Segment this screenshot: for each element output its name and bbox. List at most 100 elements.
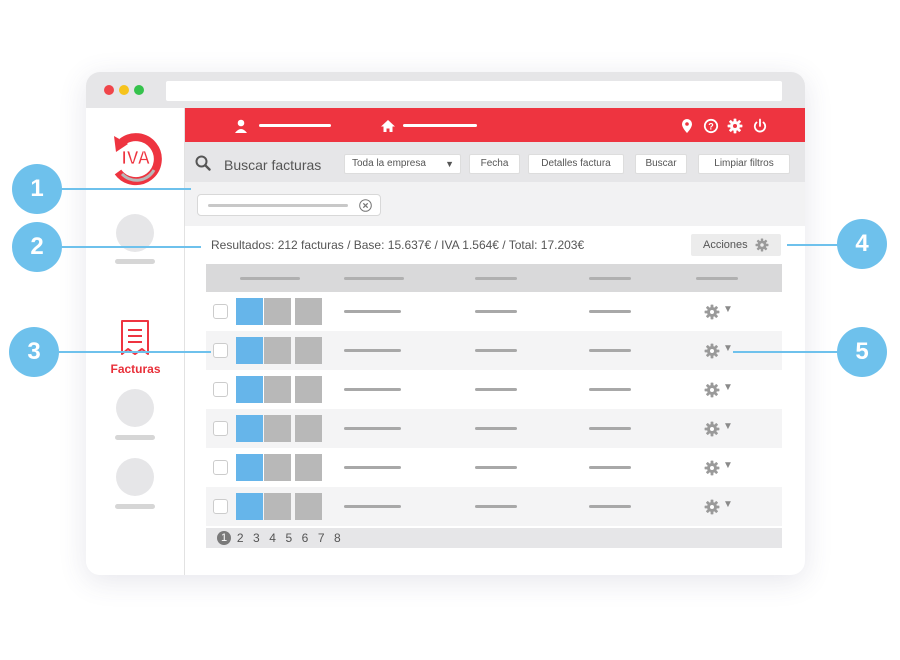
chevron-down-icon[interactable]: ▼ (723, 343, 733, 354)
document-thumbnail[interactable] (264, 454, 291, 481)
filter-chip-text (208, 204, 348, 207)
sidebar-item-4-icon[interactable] (116, 458, 154, 496)
row-actions-gear-icon[interactable] (704, 421, 720, 437)
document-thumbnail[interactable] (264, 493, 291, 520)
chevron-down-icon[interactable]: ▼ (723, 499, 733, 510)
close-dot[interactable] (104, 85, 114, 95)
sidebar: IVA Facturas (86, 108, 185, 575)
cell-placeholder (344, 349, 401, 352)
document-thumbnail[interactable] (295, 376, 322, 403)
table-row[interactable]: ▼ (206, 448, 782, 487)
results-summary: Resultados: 212 facturas / Base: 15.637€… (211, 238, 585, 252)
chevron-down-icon: ▼ (445, 159, 454, 169)
cell-placeholder (344, 310, 401, 313)
chevron-down-icon[interactable]: ▼ (723, 460, 733, 471)
cell-placeholder (475, 310, 517, 313)
chevron-down-icon[interactable]: ▼ (723, 421, 733, 432)
sidebar-item-3-label (115, 435, 155, 440)
row-checkbox[interactable] (213, 304, 228, 319)
document-thumbnail[interactable] (236, 298, 263, 325)
cell-placeholder (475, 388, 517, 391)
cell-placeholder (475, 427, 517, 430)
iva-logo: IVA (110, 130, 162, 186)
row-checkbox[interactable] (213, 382, 228, 397)
power-icon[interactable] (752, 118, 768, 134)
document-thumbnail[interactable] (295, 454, 322, 481)
chevron-down-icon[interactable]: ▼ (723, 382, 733, 393)
table-row[interactable]: ▼ (206, 370, 782, 409)
document-thumbnail[interactable] (236, 415, 263, 442)
help-icon[interactable]: ? (703, 118, 719, 134)
home-icon[interactable] (380, 118, 396, 134)
callout-5: 5 (837, 327, 887, 377)
document-thumbnail[interactable] (236, 376, 263, 403)
callout-5-line (733, 351, 838, 353)
column-header (344, 277, 404, 280)
row-actions-gear-icon[interactable] (704, 499, 720, 515)
document-thumbnail[interactable] (264, 376, 291, 403)
row-checkbox[interactable] (213, 499, 228, 514)
page-5[interactable]: 5 (282, 531, 296, 545)
document-thumbnail[interactable] (264, 298, 291, 325)
cell-placeholder (344, 427, 401, 430)
row-actions-gear-icon[interactable] (704, 304, 720, 320)
table-row[interactable]: ▼ (206, 487, 782, 526)
maximize-dot[interactable] (134, 85, 144, 95)
sidebar-item-facturas[interactable]: Facturas (86, 362, 185, 376)
row-checkbox[interactable] (213, 343, 228, 358)
search-bar: Buscar facturas Toda la empresa ▼ Fecha … (185, 142, 805, 182)
gear-icon[interactable] (727, 118, 743, 134)
cell-placeholder (475, 466, 517, 469)
close-icon[interactable] (359, 199, 372, 212)
callout-2-line (61, 246, 201, 248)
actions-button[interactable]: Acciones (691, 234, 781, 256)
document-thumbnail[interactable] (236, 454, 263, 481)
date-button[interactable]: Fecha (469, 154, 520, 174)
page-7[interactable]: 7 (314, 531, 328, 545)
search-button[interactable]: Buscar (635, 154, 687, 174)
details-button[interactable]: Detalles factura (528, 154, 624, 174)
page-4[interactable]: 4 (266, 531, 280, 545)
address-bar[interactable] (166, 81, 782, 101)
row-actions-gear-icon[interactable] (704, 343, 720, 359)
document-thumbnail[interactable] (295, 337, 322, 364)
page-3[interactable]: 3 (249, 531, 263, 545)
search-icon[interactable] (195, 155, 211, 171)
document-thumbnail[interactable] (236, 337, 263, 364)
location-pin-icon[interactable] (679, 118, 695, 134)
cell-placeholder (589, 505, 631, 508)
minimize-dot[interactable] (119, 85, 129, 95)
callout-3-line (59, 351, 211, 353)
row-actions-gear-icon[interactable] (704, 382, 720, 398)
callout-4: 4 (837, 219, 887, 269)
cell-placeholder (344, 505, 401, 508)
page-2[interactable]: 2 (233, 531, 247, 545)
clear-filters-button[interactable]: Limpiar filtros (698, 154, 790, 174)
callout-1: 1 (12, 164, 62, 214)
callout-1-line (61, 188, 191, 190)
callout-4-line (787, 244, 839, 246)
document-thumbnail[interactable] (236, 493, 263, 520)
cell-placeholder (589, 427, 631, 430)
row-checkbox[interactable] (213, 460, 228, 475)
table-row[interactable]: ▼ (206, 331, 782, 370)
filter-chip[interactable] (197, 194, 381, 216)
document-thumbnail[interactable] (295, 493, 322, 520)
table-row[interactable]: ▼ (206, 409, 782, 448)
row-checkbox[interactable] (213, 421, 228, 436)
page-8[interactable]: 8 (330, 531, 344, 545)
page-6[interactable]: 6 (298, 531, 312, 545)
document-thumbnail[interactable] (295, 298, 322, 325)
pagination: 12345678 (206, 528, 782, 548)
page-1[interactable]: 1 (217, 531, 231, 545)
chevron-down-icon[interactable]: ▼ (723, 304, 733, 315)
sidebar-item-3-icon[interactable] (116, 389, 154, 427)
company-select[interactable]: Toda la empresa ▼ (344, 154, 461, 174)
user-icon[interactable] (233, 118, 249, 134)
document-thumbnail[interactable] (264, 337, 291, 364)
document-thumbnail[interactable] (295, 415, 322, 442)
document-thumbnail[interactable] (264, 415, 291, 442)
row-actions-gear-icon[interactable] (704, 460, 720, 476)
table-row[interactable]: ▼ (206, 292, 782, 331)
column-header (696, 277, 738, 280)
